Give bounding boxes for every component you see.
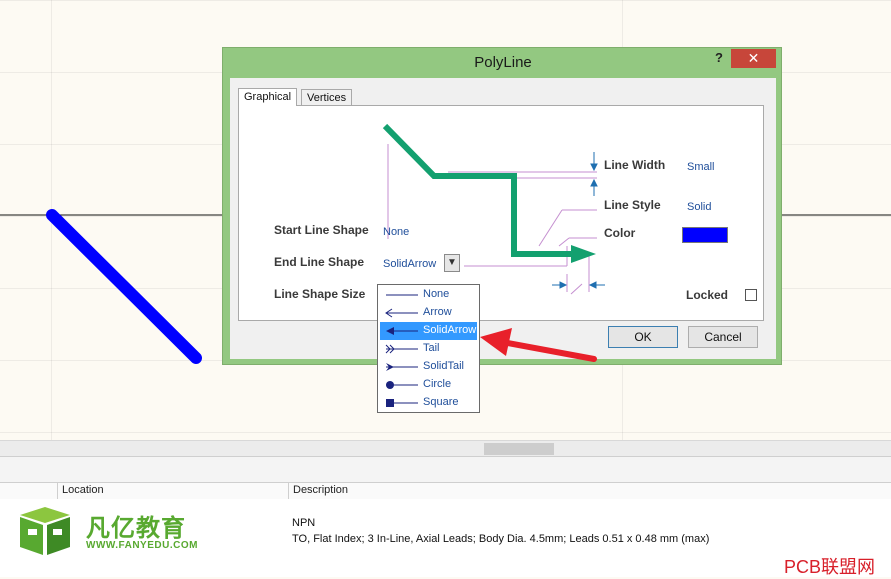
circle-line-icon	[386, 381, 418, 389]
logo-text-cn: 凡亿教育	[86, 515, 186, 542]
list-item-circle[interactable]: Circle	[380, 376, 477, 394]
help-button[interactable]: ?	[711, 50, 727, 68]
line-width-value[interactable]: Small	[687, 161, 715, 173]
red-callout-arrow	[480, 328, 597, 362]
fanyedu-logo-icon	[20, 507, 70, 555]
end-line-shape-dropdown-button[interactable]: ▼	[444, 254, 460, 272]
line-width-label: Line Width	[604, 158, 666, 172]
watermark-text: PCB联盟网	[784, 557, 876, 577]
color-swatch[interactable]	[682, 227, 728, 243]
polyline-dialog: PolyLine ? ✕ Graphical Vertices Line Wid…	[222, 47, 782, 365]
preview-solid-arrow	[571, 245, 596, 263]
end-line-shape-label: End Line Shape	[274, 255, 365, 269]
col-description[interactable]: Description	[288, 483, 891, 499]
end-line-shape-value[interactable]: SolidArrow	[383, 258, 436, 270]
close-icon: ✕	[747, 50, 760, 66]
color-label: Color	[604, 226, 636, 240]
line-style-value[interactable]: Solid	[687, 201, 711, 213]
close-button[interactable]: ✕	[731, 49, 776, 68]
end-line-shape-list: None Arrow SolidArrow Tail SolidTail Cir…	[377, 284, 480, 413]
list-item-none[interactable]: None	[380, 286, 477, 304]
blue-polyline[interactable]	[46, 209, 202, 364]
component-name: NPN	[292, 517, 316, 529]
locked-checkbox[interactable]	[745, 289, 757, 301]
locked-label: Locked	[686, 288, 729, 302]
list-item-solidarrow[interactable]: SolidArrow	[380, 322, 477, 340]
grid-header: Location Description	[0, 482, 891, 500]
component-description: TO, Flat Index; 3 In-Line, Axial Leads; …	[292, 533, 710, 545]
arrow-line-icon	[385, 308, 418, 318]
tab-graphical[interactable]: Graphical	[238, 88, 298, 106]
line-shape-size-label: Line Shape Size	[274, 287, 366, 301]
col-blank	[0, 483, 56, 499]
square-line-icon	[386, 399, 418, 407]
horizontal-scrollbar[interactable]	[0, 440, 891, 457]
solid-tail-line-icon	[386, 363, 418, 371]
scrollbar-thumb[interactable]	[484, 443, 554, 455]
solid-arrow-line-icon	[386, 327, 418, 335]
chevron-down-icon: ▼	[447, 257, 457, 268]
cancel-button[interactable]: Cancel	[688, 326, 758, 348]
tail-line-icon	[385, 344, 418, 354]
list-item-solidtail[interactable]: SolidTail	[380, 358, 477, 376]
preview-polyline	[382, 123, 577, 257]
none-line-icon	[386, 294, 418, 296]
start-line-shape-value[interactable]: None	[383, 226, 409, 238]
dialog-body: Graphical Vertices Line Width Small Line…	[230, 78, 776, 359]
ok-button[interactable]: OK	[608, 326, 678, 348]
line-style-label: Line Style	[604, 198, 661, 212]
tab-vertices[interactable]: Vertices	[301, 89, 353, 106]
panel-header	[0, 456, 891, 483]
list-item-square[interactable]: Square	[380, 394, 477, 412]
graphical-tab-panel: Line Width Small Line Style Solid Color …	[238, 105, 764, 321]
col-location[interactable]: Location	[57, 483, 288, 499]
list-item-arrow[interactable]: Arrow	[380, 304, 477, 322]
list-item-tail[interactable]: Tail	[380, 340, 477, 358]
dialog-title: PolyLine	[474, 54, 532, 71]
start-line-shape-label: Start Line Shape	[274, 223, 369, 237]
logo-text-en: WWW.FANYEDU.COM	[86, 540, 198, 551]
